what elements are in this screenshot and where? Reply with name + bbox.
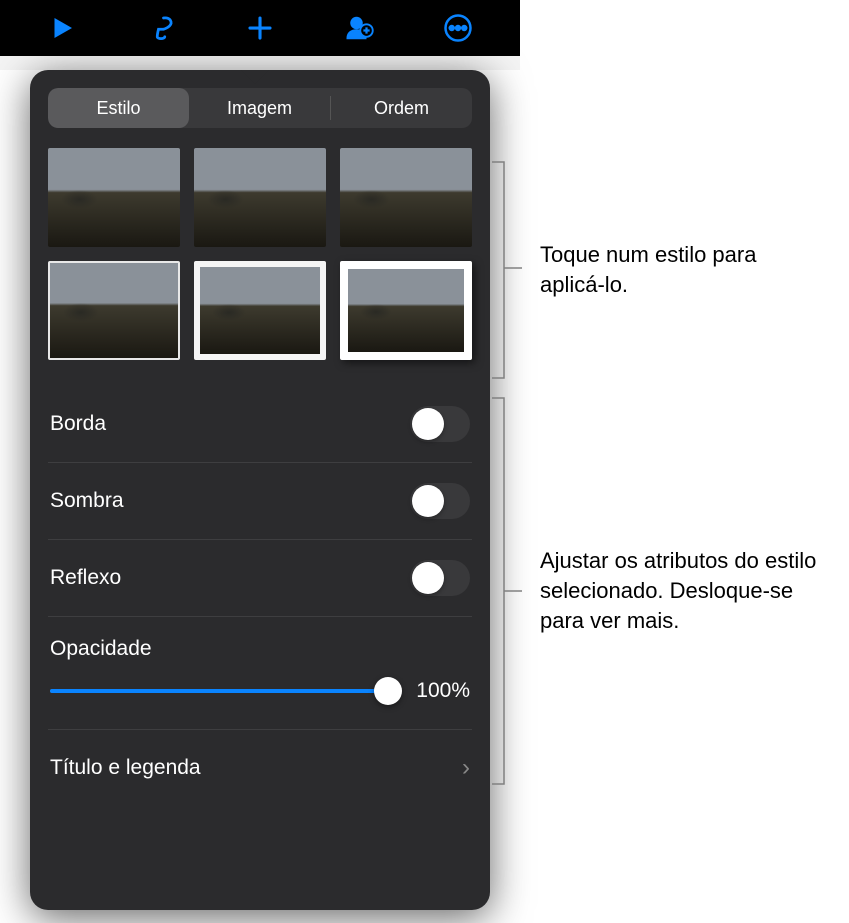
callout-attributes: Ajustar os atributos do estilo seleciona… xyxy=(492,396,820,786)
row-borda: Borda xyxy=(48,386,472,463)
label-titulo-legenda: Título e legenda xyxy=(50,756,201,780)
toggle-knob xyxy=(412,408,444,440)
style-grid xyxy=(48,148,472,360)
style-thumb-1[interactable] xyxy=(48,148,180,247)
style-thumb-3[interactable] xyxy=(340,148,472,247)
row-sombra: Sombra xyxy=(48,463,472,540)
tab-ordem[interactable]: Ordem xyxy=(331,88,472,128)
label-borda: Borda xyxy=(50,412,106,436)
toggle-sombra[interactable] xyxy=(410,483,470,519)
label-reflexo: Reflexo xyxy=(50,566,121,590)
opacity-slider[interactable] xyxy=(50,689,388,693)
brush-icon[interactable] xyxy=(143,10,179,46)
opacity-value: 100% xyxy=(406,679,470,703)
callout-text-attributes: Ajustar os atributos do estilo seleciona… xyxy=(540,546,820,635)
toolbar-underlay xyxy=(0,56,520,70)
callout-text-styles: Toque num estilo para aplicá-lo. xyxy=(540,240,820,299)
format-panel: Estilo Imagem Ordem Borda Sombra Reflexo… xyxy=(30,70,490,910)
tab-estilo[interactable]: Estilo xyxy=(48,88,189,128)
label-sombra: Sombra xyxy=(50,489,124,513)
style-thumb-2[interactable] xyxy=(194,148,326,247)
style-thumb-6[interactable] xyxy=(340,261,472,360)
toolbar xyxy=(0,0,520,56)
callout-styles: Toque num estilo para aplicá-lo. xyxy=(492,160,820,380)
label-opacidade: Opacidade xyxy=(50,637,470,661)
row-reflexo: Reflexo xyxy=(48,540,472,617)
callout-bracket xyxy=(492,396,528,786)
toggle-borda[interactable] xyxy=(410,406,470,442)
slider-knob[interactable] xyxy=(374,677,402,705)
callout-bracket xyxy=(492,160,528,380)
row-opacidade: Opacidade 100% xyxy=(48,617,472,730)
slider-fill xyxy=(50,689,388,693)
plus-icon[interactable] xyxy=(242,10,278,46)
toggle-knob xyxy=(412,485,444,517)
play-icon[interactable] xyxy=(44,10,80,46)
more-icon[interactable] xyxy=(440,10,476,46)
toggle-knob xyxy=(412,562,444,594)
person-add-icon[interactable] xyxy=(341,10,377,46)
tab-imagem[interactable]: Imagem xyxy=(189,88,330,128)
row-titulo-legenda[interactable]: Título e legenda › xyxy=(48,730,472,802)
opacity-slider-wrap: 100% xyxy=(50,679,470,719)
segmented-control: Estilo Imagem Ordem xyxy=(48,88,472,128)
toggle-reflexo[interactable] xyxy=(410,560,470,596)
style-thumb-5[interactable] xyxy=(194,261,326,360)
chevron-right-icon: › xyxy=(462,754,470,782)
style-thumb-4[interactable] xyxy=(48,261,180,360)
